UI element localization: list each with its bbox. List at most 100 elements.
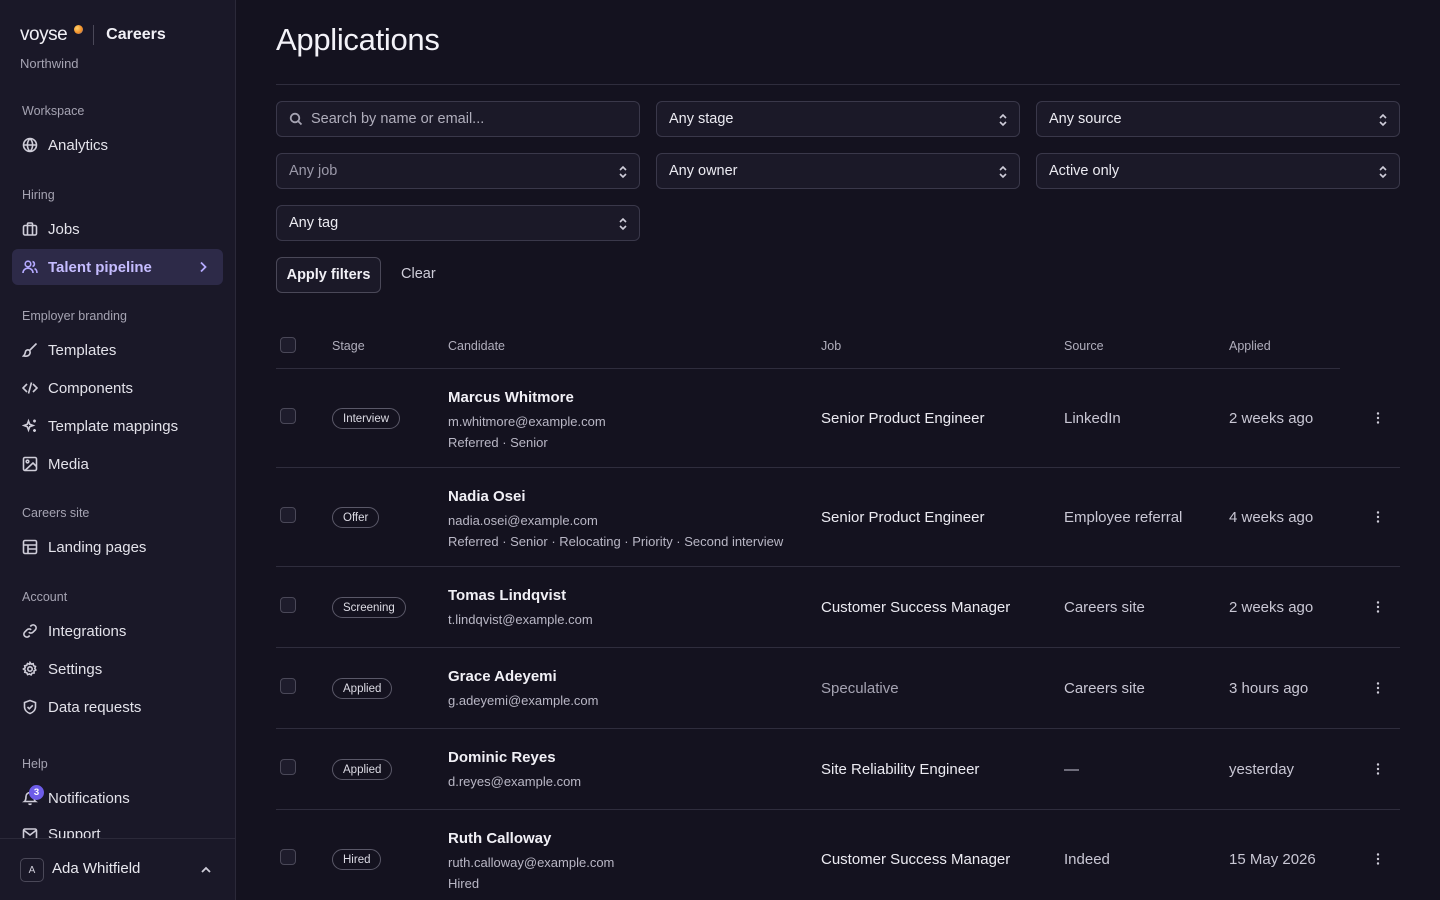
candidate-name[interactable]: Marcus Whitmore (448, 389, 574, 406)
globe-icon (22, 137, 38, 153)
more-actions-icon[interactable] (1370, 761, 1386, 777)
table-header-divider (276, 368, 1340, 369)
job-title: Customer Success Manager (821, 599, 1011, 616)
candidate-tags: Referred · Senior · Relocating · Priorit… (448, 534, 784, 549)
sidebar-item-integrations[interactable]: Integrations (12, 613, 223, 649)
sidebar-item-templates[interactable]: Templates (12, 332, 223, 368)
row-checkbox[interactable] (280, 678, 296, 694)
chevron-up-down-icon (997, 112, 1009, 128)
sidebar-item-data-requests[interactable]: Data requests (12, 689, 223, 725)
stage-select-value: Any stage (669, 111, 734, 127)
sidebar-item-label: Template mappings (48, 417, 179, 435)
section-hiring: Hiring (22, 188, 55, 202)
sidebar-item-label: Templates (48, 341, 117, 359)
column-header-applied[interactable]: Applied (1229, 339, 1271, 353)
row-checkbox[interactable] (280, 408, 296, 424)
sidebar-item-template-mappings[interactable]: Template mappings (12, 408, 223, 444)
applied-time: 2 weeks ago (1229, 410, 1314, 427)
more-actions-icon[interactable] (1370, 680, 1386, 696)
source-name: LinkedIn (1064, 410, 1121, 427)
tag-select-value: Any tag (289, 215, 339, 231)
org-name: Northwind (20, 56, 79, 71)
candidate-name[interactable]: Ruth Calloway (448, 830, 551, 847)
candidate-name[interactable]: Dominic Reyes (448, 749, 556, 766)
layout-icon (22, 539, 38, 555)
sidebar-item-talent-pipeline[interactable]: Talent pipeline (12, 249, 223, 285)
sidebar-item-notifications[interactable]: 3 Notifications (12, 780, 223, 816)
search-input[interactable] (311, 111, 611, 127)
page-title: Applications (276, 22, 440, 57)
chevron-up-icon (199, 863, 213, 877)
select-all-checkbox[interactable] (280, 337, 296, 353)
candidate-email: g.adeyemi@example.com (448, 693, 599, 708)
section-employer-branding: Employer branding (22, 309, 127, 323)
chevron-right-icon (195, 259, 211, 275)
column-header-source[interactable]: Source (1064, 339, 1104, 353)
stage-badge: Offer (332, 507, 380, 528)
candidate-tags: Referred · Senior (448, 435, 548, 450)
more-actions-icon[interactable] (1370, 851, 1386, 867)
stage-select[interactable]: Any stage (656, 101, 1020, 137)
sidebar-item-components[interactable]: Components (12, 370, 223, 406)
column-header-job[interactable]: Job (821, 339, 841, 353)
row-checkbox[interactable] (280, 849, 296, 865)
search-field[interactable] (276, 101, 640, 137)
chevron-up-down-icon (1377, 164, 1389, 180)
search-icon (289, 112, 303, 126)
owner-select[interactable]: Any owner (656, 153, 1020, 189)
candidate-name[interactable]: Grace Adeyemi (448, 668, 557, 685)
stage-badge: Hired (332, 849, 382, 870)
section-careers-site: Careers site (22, 506, 90, 520)
sidebar-item-support[interactable]: Support (12, 818, 223, 838)
sidebar-item-label: Landing pages (48, 538, 147, 556)
source-select[interactable]: Any source (1036, 101, 1400, 137)
clear-filters-button[interactable]: Clear (401, 266, 436, 282)
candidate-name[interactable]: Tomas Lindqvist (448, 587, 566, 604)
brand-divider (93, 25, 95, 45)
row-checkbox[interactable] (280, 507, 296, 523)
sidebar-item-settings[interactable]: Settings (12, 651, 223, 687)
section-account: Account (22, 590, 68, 604)
code-icon (22, 380, 38, 396)
tag-select[interactable]: Any tag (276, 205, 640, 241)
chevron-up-down-icon (617, 216, 629, 232)
sidebar-item-label: Media (48, 455, 89, 473)
column-header-stage[interactable]: Stage (332, 339, 365, 353)
candidate-name[interactable]: Nadia Osei (448, 488, 526, 505)
stage-badge: Applied (332, 678, 393, 699)
sidebar-item-jobs[interactable]: Jobs (12, 211, 223, 247)
more-actions-icon[interactable] (1370, 599, 1386, 615)
row-checkbox[interactable] (280, 597, 296, 613)
paintbrush-icon (22, 342, 38, 358)
sidebar-item-analytics[interactable]: Analytics (12, 127, 223, 163)
brand-logo: voyse (20, 24, 68, 45)
apply-filters-button[interactable]: Apply filters (276, 257, 381, 293)
sidebar-item-landing-pages[interactable]: Landing pages (12, 529, 223, 565)
owner-select-value: Any owner (669, 163, 738, 179)
job-title: Senior Product Engineer (821, 509, 985, 526)
row-divider (276, 566, 1400, 567)
sidebar-item-media[interactable]: Media (12, 446, 223, 482)
user-menu[interactable]: A Ada Whitfield (0, 838, 235, 900)
job-title: Speculative (821, 680, 899, 697)
applied-time: 3 hours ago (1229, 680, 1309, 697)
status-select[interactable]: Active only (1036, 153, 1400, 189)
source-name: Indeed (1064, 851, 1110, 868)
section-workspace: Workspace (22, 104, 85, 118)
avatar: A (20, 858, 44, 882)
source-name: Employee referral (1064, 509, 1183, 526)
more-actions-icon[interactable] (1370, 410, 1386, 426)
job-select[interactable]: Any job (276, 153, 640, 189)
applied-time: 4 weeks ago (1229, 509, 1314, 526)
candidate-email: ruth.calloway@example.com (448, 855, 615, 870)
column-header-candidate[interactable]: Candidate (448, 339, 505, 353)
row-divider (276, 728, 1400, 729)
chevron-up-down-icon (617, 164, 629, 180)
notification-count-badge: 3 (29, 785, 44, 800)
sidebar-item-label: Talent pipeline (48, 258, 152, 276)
job-title: Customer Success Manager (821, 851, 1011, 868)
row-checkbox[interactable] (280, 759, 296, 775)
more-actions-icon[interactable] (1370, 509, 1386, 525)
brand[interactable]: voyse Careers (20, 22, 166, 48)
applied-time: yesterday (1229, 761, 1295, 778)
